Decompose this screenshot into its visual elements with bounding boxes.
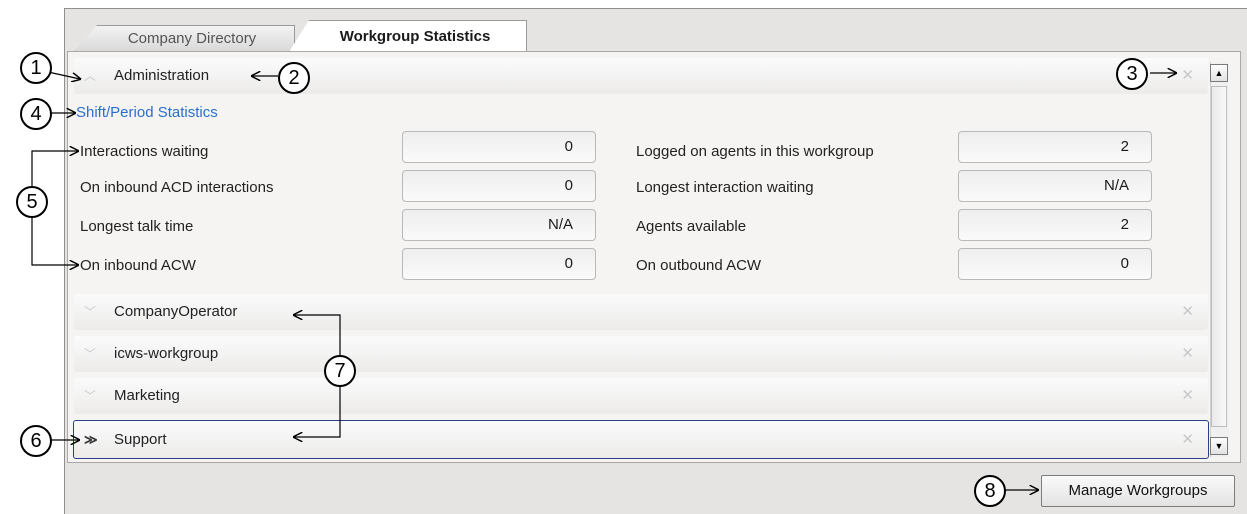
callout-4: 4 <box>20 98 52 130</box>
callout-8: 8 <box>974 475 1006 507</box>
callout-1: 1 <box>20 52 52 84</box>
callout-6: 6 <box>20 425 52 457</box>
callout-5: 5 <box>16 186 48 218</box>
callout-2: 2 <box>278 62 310 94</box>
callout-arrows <box>31 0 1247 513</box>
callout-3: 3 <box>1116 58 1148 90</box>
callout-7: 7 <box>324 355 356 387</box>
